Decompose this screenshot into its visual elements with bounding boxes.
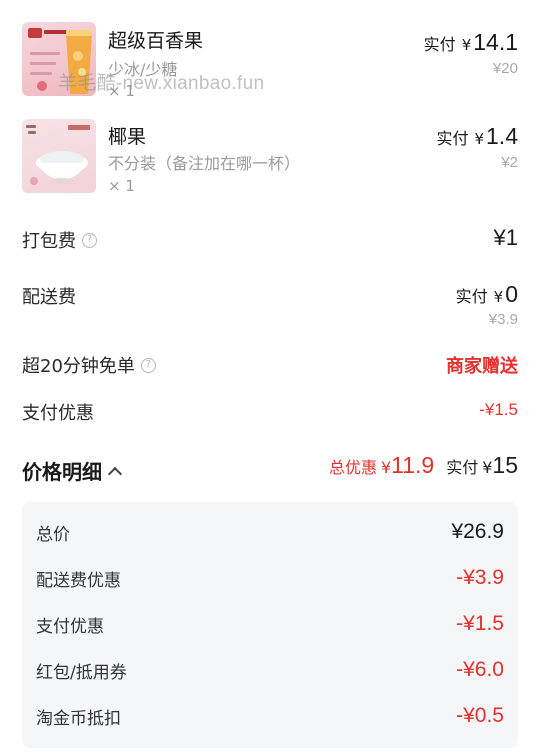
currency-symbol: ¥ (482, 458, 493, 477)
breakdown-label: 支付优惠 (36, 616, 104, 637)
watermark: 羊毛酷-new.xianbao.fun (58, 73, 265, 94)
total-discount-label: 总优惠 (328, 458, 377, 477)
merchant-gift-value: 商家赠送 (446, 356, 518, 377)
breakdown-value: -¥3.9 (456, 566, 504, 589)
paid-label: 实付 (436, 129, 469, 148)
payment-discount-value: -¥1.5 (479, 400, 518, 419)
delivery-fee-paid: 实付 ¥ 0 (456, 281, 518, 308)
breakdown-value: ¥26.9 (451, 520, 504, 543)
breakdown-row: 支付优惠 -¥1.5 (36, 609, 504, 639)
currency-symbol: ¥ (380, 458, 392, 477)
payment-discount-label: 支付优惠 (22, 403, 94, 424)
packing-fee-value: ¥1 (493, 225, 518, 250)
currency-symbol: ¥ (461, 36, 472, 54)
breakdown-row: 淘金币抵扣 -¥0.5 (36, 701, 504, 731)
help-icon[interactable]: ? (82, 232, 97, 248)
chevron-up-icon (107, 466, 123, 481)
original-price: ¥2 (501, 154, 518, 171)
free-order-label: 超20分钟免单 ? (22, 352, 156, 378)
price-detail-title: 价格明细 (22, 460, 102, 484)
total-discount-value: 11.9 (391, 452, 435, 478)
breakdown-row: 配送费优惠 -¥3.9 (36, 563, 504, 593)
delivery-fee-label: 配送费 (22, 287, 76, 308)
help-icon[interactable]: ? (140, 357, 156, 373)
price-breakdown-card: 总价 ¥26.9 配送费优惠 -¥3.9 支付优惠 -¥1.5 红包/抵用券 -… (22, 502, 518, 748)
price-detail-toggle[interactable]: 价格明细 (22, 456, 123, 485)
currency-symbol: ¥ (474, 130, 485, 148)
breakdown-label: 总价 (36, 524, 70, 545)
breakdown-row: 红包/抵用券 -¥6.0 (36, 655, 504, 685)
paid-label: 实付 (446, 458, 479, 477)
product-spec: 不分装（备注加在哪一杯） (108, 154, 301, 173)
original-price: ¥20 (492, 60, 518, 77)
coconut-jelly-image[interactable] (22, 119, 96, 193)
breakdown-value: -¥1.5 (456, 612, 504, 635)
breakdown-label: 配送费优惠 (36, 570, 121, 591)
paid-total-value: 15 (492, 452, 518, 478)
paid-value: 0 (505, 281, 518, 307)
bowl-icon (26, 125, 90, 185)
paid-label: 实付 (455, 287, 488, 306)
paid-value: 1.4 (486, 123, 518, 149)
product-paid-price: 实付 ¥ 14.1 (424, 29, 518, 56)
packing-fee-text: 打包费 (22, 231, 76, 252)
breakdown-label: 红包/抵用券 (36, 662, 127, 683)
product-paid-price: 实付 ¥ 1.4 (436, 123, 518, 150)
currency-symbol: ¥ (493, 288, 504, 306)
breakdown-row: 总价 ¥26.9 (36, 517, 504, 547)
price-summary: 总优惠 ¥ 11.9 实付 ¥ 15 (329, 452, 518, 479)
paid-label: 实付 (423, 35, 456, 54)
free-order-text: 超20分钟免单 (22, 356, 135, 377)
breakdown-value: -¥6.0 (456, 658, 504, 681)
breakdown-value: -¥0.5 (456, 704, 504, 727)
delivery-fee-original: ¥3.9 (488, 311, 518, 328)
packing-fee-label: 打包费 ? (22, 227, 97, 253)
product-quantity: × 1 (108, 177, 135, 195)
paid-value: 14.1 (473, 29, 518, 55)
breakdown-label: 淘金币抵扣 (36, 708, 121, 729)
product-name: 超级百香果 (108, 30, 204, 52)
product-name: 椰果 (108, 126, 147, 148)
